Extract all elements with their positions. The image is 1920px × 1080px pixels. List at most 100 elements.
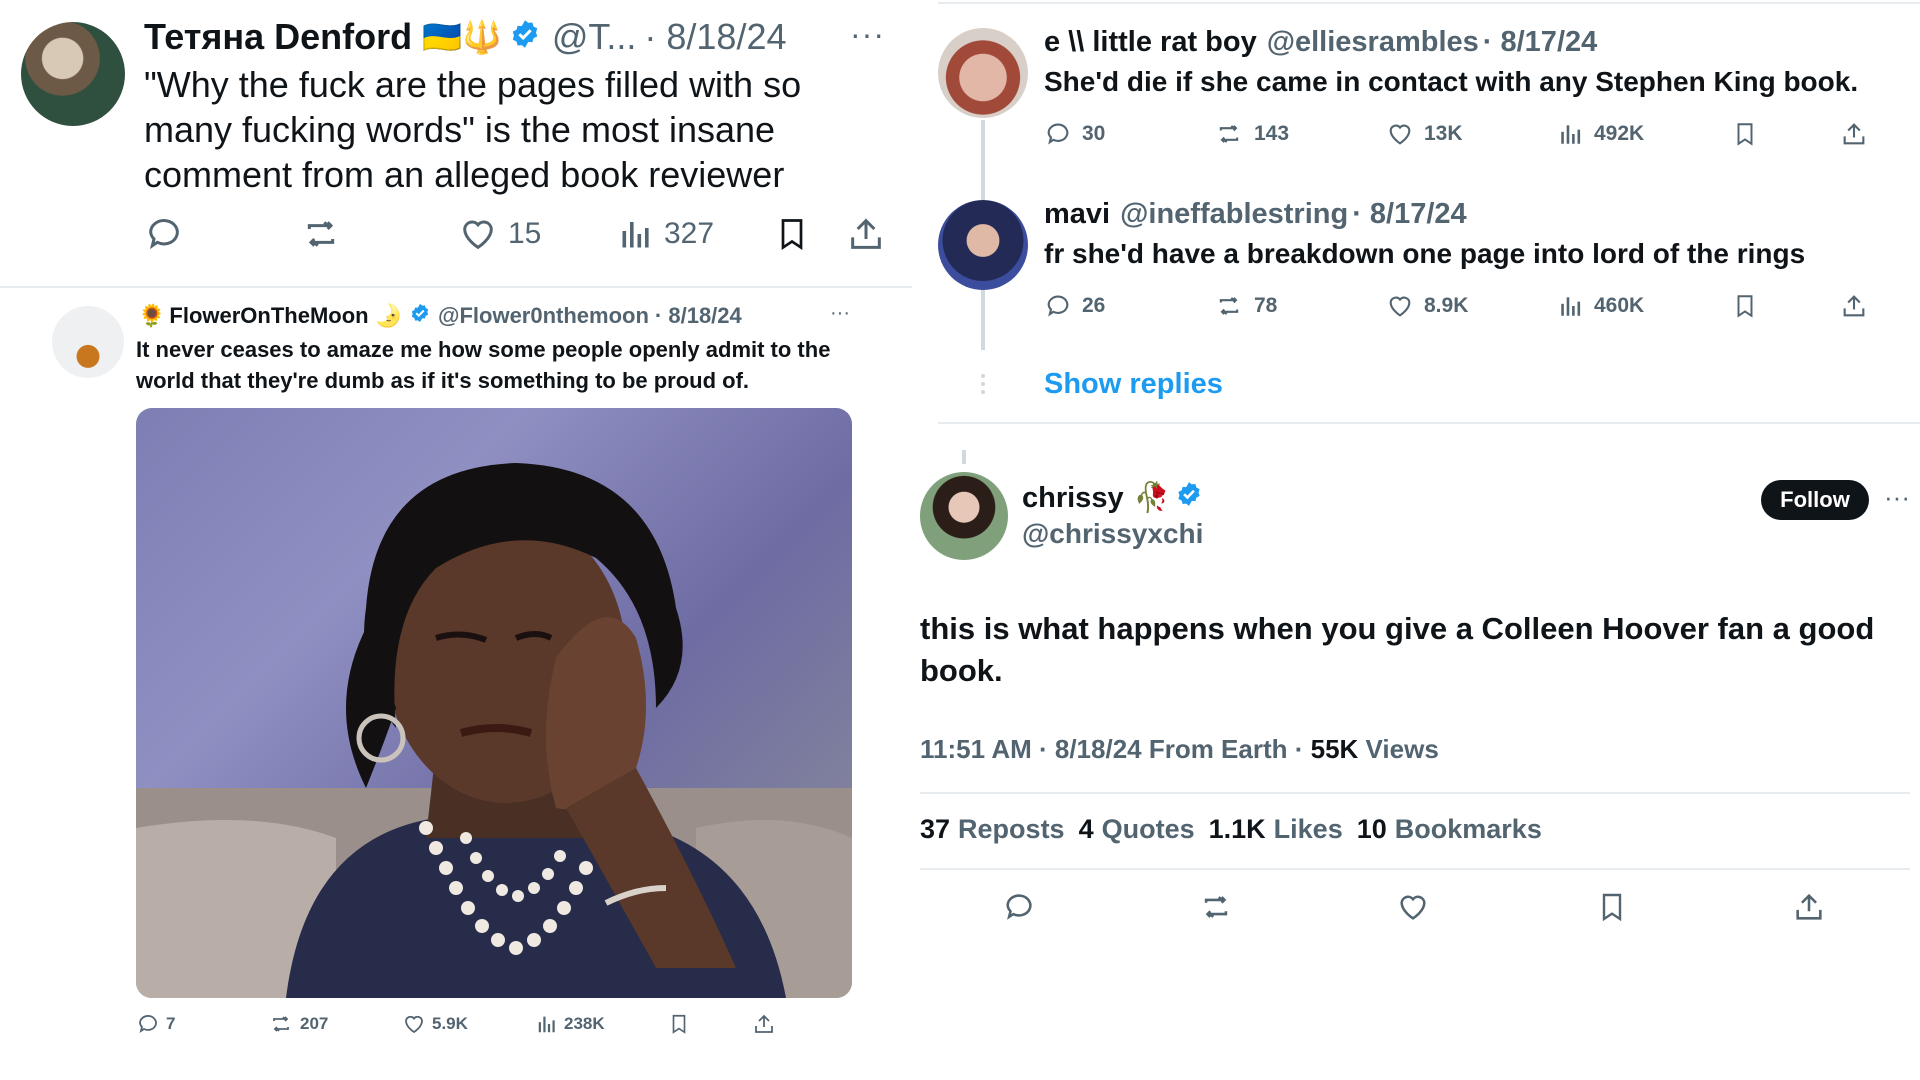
main-author-name[interactable]: chrissy [1022,482,1124,515]
avatar-chrissy[interactable] [920,472,1008,560]
reply-icon [1044,292,1072,320]
repost-icon [1214,120,1244,148]
bookmark-icon[interactable] [668,1012,690,1036]
tweet2-more-icon[interactable]: ··· [830,302,850,325]
verified-badge-icon [510,16,540,58]
tweet2-handle[interactable]: @Flower0nthemoon [438,303,649,329]
thread-line-dots [981,374,989,394]
tweet1-header: Тетяна Denford 🇺🇦🔱 @T... · 8/18/24 [144,14,787,60]
tweet1-author-name[interactable]: Тетяна Denford [144,16,412,58]
main-text-line: this is what happens when you give a Col… [920,611,1875,646]
reply1-repost-count: 143 [1254,122,1290,145]
reply-icon [136,1012,160,1036]
show-replies-link[interactable]: Show replies [1044,368,1223,401]
tweet1-views[interactable]: 327 [618,214,714,254]
reply2-like-action[interactable]: 8.9K [1386,292,1468,320]
reply2-author-name[interactable]: mavi [1044,198,1110,231]
divider [938,422,1920,424]
heart-icon[interactable] [1396,890,1430,924]
reply2-views-action[interactable]: 460K [1558,292,1644,320]
main-meta: 11:51 AM · 8/18/24 From Earth · 55K View… [920,734,1439,765]
reply1-handle[interactable]: @elliesrambles [1267,26,1479,59]
tweet1-text-line: many fucking words" is the most insane [144,109,776,150]
heart-icon [1386,292,1414,320]
main-handle[interactable]: @chrissyxchi [1022,518,1203,550]
reply2-reply-count: 26 [1082,294,1106,317]
reply-icon[interactable] [144,214,184,254]
tweet2-header: 🌻 FlowerOnTheMoon 🌛 @Flower0nthemoon · 8… [138,302,742,330]
avatar-tetyana[interactable] [21,22,125,126]
reply1-repost-action[interactable]: 143 [1214,120,1289,148]
tweet1-handle[interactable]: @T... [552,16,637,58]
quotes-label: Quotes [1101,814,1195,844]
tweet2-reply-action[interactable]: 7 [136,1012,175,1036]
reply1-views-action[interactable]: 492K [1558,120,1644,148]
reply-icon [1044,120,1072,148]
reply2-like-count: 8.9K [1424,294,1469,317]
repost-icon[interactable] [300,214,342,254]
reply1-text: She'd die if she came in contact with an… [1044,66,1859,97]
tweet2-text-line: world that they're dumb as if it's somet… [136,368,750,393]
share-icon[interactable] [1840,120,1868,148]
tweet2-like-action[interactable]: 5.9K [402,1012,468,1036]
main-timestamp[interactable]: 11:51 AM · 8/18/24 From Earth · [920,734,1311,765]
share-icon[interactable] [846,214,886,254]
avatar-ellie[interactable] [938,28,1028,118]
reply2-views-count: 460K [1594,294,1645,317]
views-icon [536,1012,558,1036]
divider [920,792,1910,794]
tweet1-flag-emoji: 🇺🇦🔱 [422,19,502,55]
top-border [938,2,1920,4]
tweet2-views-count: 238K [564,1014,605,1033]
tweet1-date[interactable]: · 8/18/24 [644,16,786,58]
heart-icon [1386,120,1414,148]
avatar-mavi[interactable] [938,200,1028,290]
reply1-date[interactable]: · 8/17/24 [1483,26,1597,59]
reply1-header: e \\ little rat boy @elliesrambles · 8/1… [1044,24,1597,60]
avatar-flower[interactable] [52,306,124,378]
main-more-icon[interactable]: ··· [1884,482,1910,513]
tweet2-media-image[interactable] [136,408,852,998]
reply2-reply-action[interactable]: 26 [1044,292,1105,320]
main-views-label: Views [1358,734,1439,764]
tweet1-more-icon[interactable]: ··· [850,16,885,53]
reply2-repost-action[interactable]: 78 [1214,292,1277,320]
reply1-author-name[interactable]: e \\ little rat boy [1044,26,1257,59]
moon-emoji: 🌛 [374,303,403,328]
reply2-date[interactable]: · 8/17/24 [1352,198,1466,231]
quotes-stat[interactable]: 4 Quotes [1079,814,1195,845]
bookmark-icon[interactable] [1732,292,1758,320]
reply1-like-count: 13K [1424,122,1463,145]
tweet2-reply-count: 7 [166,1014,176,1033]
bookmark-icon[interactable] [774,214,810,254]
bookmarks-stat[interactable]: 10 Bookmarks [1357,814,1542,845]
verified-badge-icon [1176,481,1202,515]
tweet2-date[interactable]: · 8/18/24 [655,303,742,329]
bookmark-icon[interactable] [1596,890,1628,924]
repost-icon[interactable] [1198,890,1234,924]
tweet1-like[interactable]: 15 [458,214,541,254]
reply-icon[interactable] [1002,890,1036,924]
reply1-like-action[interactable]: 13K [1386,120,1463,148]
tweet2-repost-action[interactable]: 207 [268,1012,328,1036]
views-icon [1558,120,1584,148]
tweet1-text: "Why the fuck are the pages filled with … [144,62,801,197]
share-icon[interactable] [752,1012,776,1036]
heart-icon [402,1012,426,1036]
share-icon[interactable] [1840,292,1868,320]
reposts-label: Reposts [958,814,1065,844]
likes-label: Likes [1273,814,1343,844]
bookmark-icon[interactable] [1732,120,1758,148]
tweet2-views-action[interactable]: 238K [536,1012,605,1036]
reposts-stat[interactable]: 37 Reposts [920,814,1065,845]
tweet1-like-count: 15 [508,217,542,250]
share-icon[interactable] [1792,890,1826,924]
likes-count: 1.1K [1208,814,1266,844]
follow-button[interactable]: Follow [1761,480,1869,520]
tweet2-author-name[interactable]: FlowerOnTheMoon [169,303,368,329]
reply2-handle[interactable]: @ineffablestring [1120,198,1348,231]
likes-stat[interactable]: 1.1K Likes [1209,814,1343,845]
tweet2-text: It never ceases to amaze me how some peo… [136,334,830,396]
main-views-count: 55K [1310,734,1359,764]
reply1-reply-action[interactable]: 30 [1044,120,1105,148]
